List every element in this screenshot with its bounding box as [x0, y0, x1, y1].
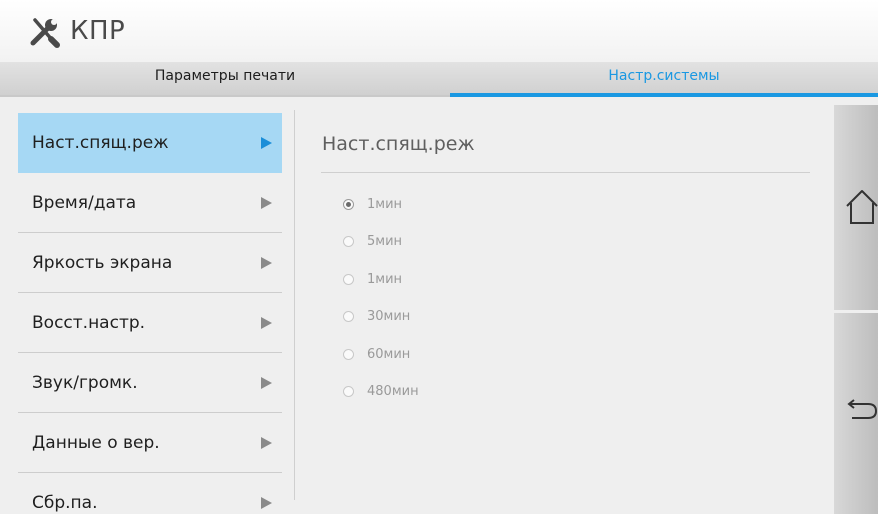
- back-button[interactable]: [834, 313, 878, 514]
- menu-item-datetime[interactable]: Время/дата: [18, 173, 282, 233]
- tab-bar: Параметры печати Настр.системы: [0, 62, 878, 97]
- home-icon: [846, 190, 878, 224]
- radio-option-label: 1мин: [367, 197, 403, 212]
- radio-option[interactable]: 30мин: [343, 307, 419, 344]
- radio-option-label: 480мин: [367, 383, 419, 399]
- tools-icon: [30, 18, 60, 48]
- radio-button[interactable]: [343, 348, 354, 360]
- radio-option[interactable]: 1мин: [343, 195, 419, 232]
- radio-option-label: 5мин: [367, 234, 403, 250]
- menu-item-label: Звук/громк.: [32, 373, 138, 393]
- menu-item-version-info[interactable]: Данные о вер.: [18, 413, 282, 473]
- chevron-right-icon: [261, 317, 272, 329]
- chevron-right-icon: [261, 497, 272, 509]
- tab-label: Параметры печати: [154, 68, 296, 84]
- radio-button-checked[interactable]: [343, 199, 354, 210]
- radio-option[interactable]: 60мин: [343, 345, 419, 382]
- section-title: Наст.спящ.реж: [322, 133, 475, 155]
- menu-item-restore-settings[interactable]: Восст.настр.: [18, 293, 282, 353]
- radio-option-label: 1мин: [367, 271, 403, 287]
- radio-option[interactable]: 480мин: [343, 382, 419, 419]
- back-icon: [847, 399, 878, 419]
- app-title-text: КПР: [70, 16, 126, 46]
- menu-item-brightness[interactable]: Яркость экрана: [18, 233, 282, 293]
- chevron-right-icon: [261, 377, 272, 389]
- menu-item-label: Время/дата: [32, 193, 137, 213]
- menu-item-label: Наст.спящ.реж: [32, 133, 169, 153]
- menu-item-label: Сбр.па.: [32, 493, 98, 513]
- settings-menu: Наст.спящ.реж Время/дата Яркость экрана …: [18, 113, 282, 514]
- panel-divider: [294, 110, 295, 500]
- menu-item-label: Яркость экрана: [32, 253, 173, 273]
- tab-underline: [0, 95, 450, 97]
- chevron-right-icon: [261, 197, 272, 209]
- radio-option-label: 60мин: [367, 346, 411, 362]
- radio-option-label: 30мин: [367, 309, 411, 325]
- tab-label: Настр.системы: [608, 68, 720, 84]
- menu-item-sound-volume[interactable]: Звук/громк.: [18, 353, 282, 413]
- app-header: КПР: [0, 0, 878, 62]
- section-divider: [321, 172, 810, 173]
- sleep-timeout-options: 1мин 5мин 1мин 30мин 60мин 480мин: [343, 195, 419, 419]
- menu-item-label: Данные о вер.: [32, 433, 160, 453]
- radio-option[interactable]: 1мин: [343, 270, 419, 307]
- radio-option[interactable]: 5мин: [343, 232, 419, 269]
- radio-button[interactable]: [343, 236, 354, 248]
- tab-active-indicator: [450, 93, 878, 97]
- radio-button[interactable]: [343, 311, 354, 323]
- menu-item-label: Восст.настр.: [32, 313, 146, 333]
- chevron-right-icon: [261, 137, 272, 149]
- chevron-right-icon: [261, 437, 272, 449]
- menu-item-sleep-mode[interactable]: Наст.спящ.реж: [18, 113, 282, 173]
- app-title: КПР: [28, 14, 125, 48]
- radio-button[interactable]: [343, 273, 354, 285]
- radio-button[interactable]: [343, 385, 354, 397]
- chevron-right-icon: [261, 257, 272, 269]
- tab-print-settings[interactable]: Параметры печати: [0, 62, 450, 97]
- menu-item-reset[interactable]: Сбр.па.: [18, 473, 282, 514]
- tab-system-settings[interactable]: Настр.системы: [450, 62, 878, 97]
- home-button[interactable]: [834, 105, 878, 310]
